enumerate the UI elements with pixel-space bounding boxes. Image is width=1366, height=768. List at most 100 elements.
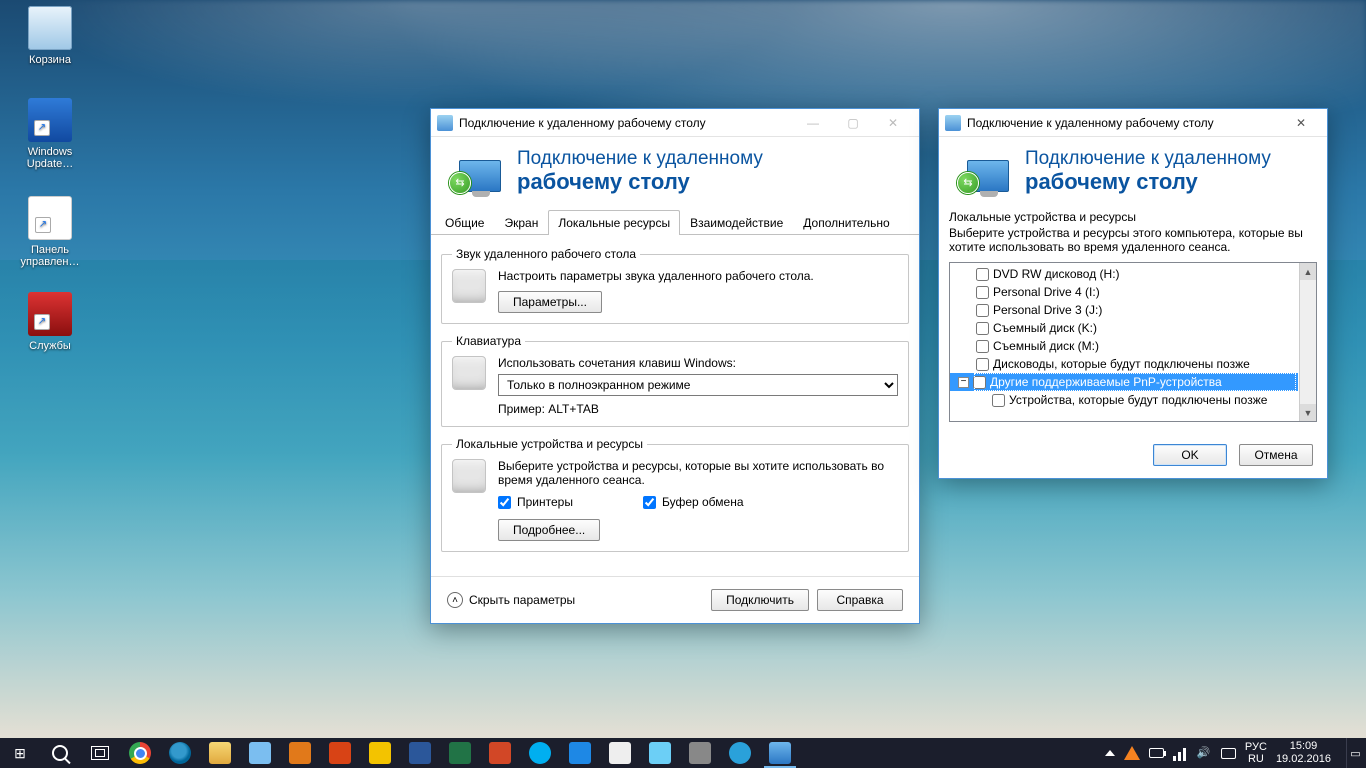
start-button[interactable]: ⊞ — [0, 738, 40, 768]
network-icon[interactable] — [1173, 746, 1188, 761]
tab-advanced[interactable]: Дополнительно — [793, 210, 899, 235]
rdp-icon — [769, 742, 791, 764]
tree-item-removable-k[interactable]: Съемный диск (K:) — [950, 319, 1298, 337]
clock[interactable]: 15:09 19.02.2016 — [1276, 740, 1337, 765]
taskbar-app-explorer[interactable] — [200, 738, 240, 768]
cancel-button[interactable]: Отмена — [1239, 444, 1313, 466]
tree-item-pnp-devices[interactable]: − Другие поддерживаемые PnP-устройства — [950, 373, 1298, 391]
battery-icon[interactable] — [1149, 748, 1164, 758]
legend: Локальные устройства и ресурсы — [452, 437, 647, 451]
rdp-main-window: Подключение к удаленному рабочему столу … — [430, 108, 920, 624]
banner-line2: рабочему столу — [1025, 170, 1271, 194]
device-tree[interactable]: DVD RW дисковод (H:) Personal Drive 4 (I… — [949, 262, 1317, 422]
taskbar-app-calculator[interactable] — [280, 738, 320, 768]
action-center-icon[interactable]: ▭ — [1346, 738, 1364, 768]
maximize-button: ▢ — [833, 111, 873, 135]
scroll-up-icon[interactable]: ▲ — [1300, 263, 1316, 280]
scrollbar[interactable]: ▲ ▼ — [1299, 263, 1316, 421]
recycle-bin-icon — [28, 6, 72, 50]
taskview-button[interactable] — [80, 738, 120, 768]
tree-item-dvd[interactable]: DVD RW дисковод (H:) — [950, 265, 1298, 283]
rdp-logo-icon — [449, 152, 501, 192]
legend: Клавиатура — [452, 334, 525, 348]
taskbar-app-teamviewer[interactable] — [560, 738, 600, 768]
system-tray: 🔊 РУС RU 15:09 19.02.2016 ▭ — [1103, 738, 1366, 768]
titlebar[interactable]: Подключение к удаленному рабочему столу … — [939, 109, 1327, 137]
app-icon — [609, 742, 631, 764]
text: Выберите устройства и ресурсы, которые в… — [498, 459, 898, 487]
tree-item-pd4[interactable]: Personal Drive 4 (I:) — [950, 283, 1298, 301]
desktop-icon-recycle[interactable]: Корзина — [12, 6, 88, 66]
windows-update-icon — [28, 98, 72, 142]
desktop-icon-winupdate[interactable]: Windows Update… — [12, 98, 88, 170]
close-button[interactable]: ✕ — [1281, 111, 1321, 135]
tree-item-future-devices[interactable]: Устройства, которые будут подключены поз… — [950, 391, 1298, 409]
tree-item-future-disks[interactable]: Дисководы, которые будут подключены позж… — [950, 355, 1298, 373]
outlook-icon — [369, 742, 391, 764]
taskbar-app-outlook[interactable] — [360, 738, 400, 768]
connect-button[interactable]: Подключить — [711, 589, 809, 611]
taskbar-app-telegram[interactable] — [720, 738, 760, 768]
tree-item-pd3[interactable]: Personal Drive 3 (J:) — [950, 301, 1298, 319]
taskview-icon — [91, 746, 109, 760]
close-button[interactable]: ✕ — [873, 111, 913, 135]
search-button[interactable] — [40, 738, 80, 768]
powerpoint-icon — [489, 742, 511, 764]
desktop-icon-services[interactable]: Службы — [12, 292, 88, 352]
banner-line1: Подключение к удаленному — [517, 149, 763, 170]
keyboard-tray-icon[interactable] — [1221, 748, 1236, 759]
label: Корзина — [12, 54, 88, 66]
desktop-icon-ctrlpanel[interactable]: Панель управлен… — [12, 196, 88, 268]
input-language[interactable]: РУС RU — [1245, 741, 1267, 765]
calculator-icon — [289, 742, 311, 764]
search-icon — [52, 745, 68, 761]
rdp-logo-icon — [957, 152, 1009, 192]
keyboard-icon — [452, 356, 486, 390]
rdp-icon — [437, 115, 453, 131]
taskbar-app-chrome[interactable] — [120, 738, 160, 768]
tab-display[interactable]: Экран — [494, 210, 548, 235]
taskbar-app-excel[interactable] — [440, 738, 480, 768]
tree-item-removable-m[interactable]: Съемный диск (M:) — [950, 337, 1298, 355]
minimize-button[interactable]: — — [793, 111, 833, 135]
volume-icon[interactable]: 🔊 — [1197, 746, 1212, 761]
dialog-footer: ˄ Скрыть параметры Подключить Справка — [431, 576, 919, 623]
scroll-down-icon[interactable]: ▼ — [1300, 404, 1316, 421]
tray-overflow-icon[interactable] — [1105, 750, 1115, 756]
taskbar-app-notepadpp[interactable] — [240, 738, 280, 768]
dialog-footer: OK Отмена — [939, 422, 1327, 478]
checkbox-clipboard[interactable]: Буфер обмена — [643, 495, 744, 509]
folder-icon — [209, 742, 231, 764]
label: Панель управлен… — [12, 244, 88, 268]
services-icon — [28, 292, 72, 336]
taskbar-app-ie[interactable] — [160, 738, 200, 768]
collapse-icon[interactable]: − — [958, 377, 969, 388]
ok-button[interactable]: OK — [1153, 444, 1227, 466]
legend: Звук удаленного рабочего стола — [452, 247, 640, 261]
taskbar-app-powerpoint[interactable] — [480, 738, 520, 768]
taskbar-app-generic1[interactable] — [600, 738, 640, 768]
keyboard-combo-select[interactable]: Только в полноэкранном режиме — [498, 374, 898, 396]
checkbox-printers[interactable]: Принтеры — [498, 495, 573, 509]
taskbar-app-skype[interactable] — [520, 738, 560, 768]
taskbar-app-q[interactable] — [320, 738, 360, 768]
audio-settings-button[interactable]: Параметры... — [498, 291, 602, 313]
hide-options-button[interactable]: ˄ Скрыть параметры — [447, 592, 575, 608]
group-keyboard: Клавиатура Использовать сочетания клавиш… — [441, 334, 909, 427]
vlc-icon[interactable] — [1124, 746, 1140, 760]
q-icon — [329, 742, 351, 764]
titlebar[interactable]: Подключение к удаленному рабочему столу … — [431, 109, 919, 137]
taskbar-app-rdp[interactable] — [760, 738, 800, 768]
tab-general[interactable]: Общие — [435, 210, 494, 235]
taskbar-app-onedrive[interactable] — [640, 738, 680, 768]
tab-experience[interactable]: Взаимодействие — [680, 210, 793, 235]
taskbar-app-word[interactable] — [400, 738, 440, 768]
devices-icon — [452, 459, 486, 493]
window-title: Подключение к удаленному рабочему столу — [459, 116, 706, 130]
ie-icon — [169, 742, 191, 764]
help-button[interactable]: Справка — [817, 589, 903, 611]
label: Службы — [12, 340, 88, 352]
tab-local-resources[interactable]: Локальные ресурсы — [548, 210, 680, 235]
more-devices-button[interactable]: Подробнее... — [498, 519, 600, 541]
taskbar-app-generic2[interactable] — [680, 738, 720, 768]
